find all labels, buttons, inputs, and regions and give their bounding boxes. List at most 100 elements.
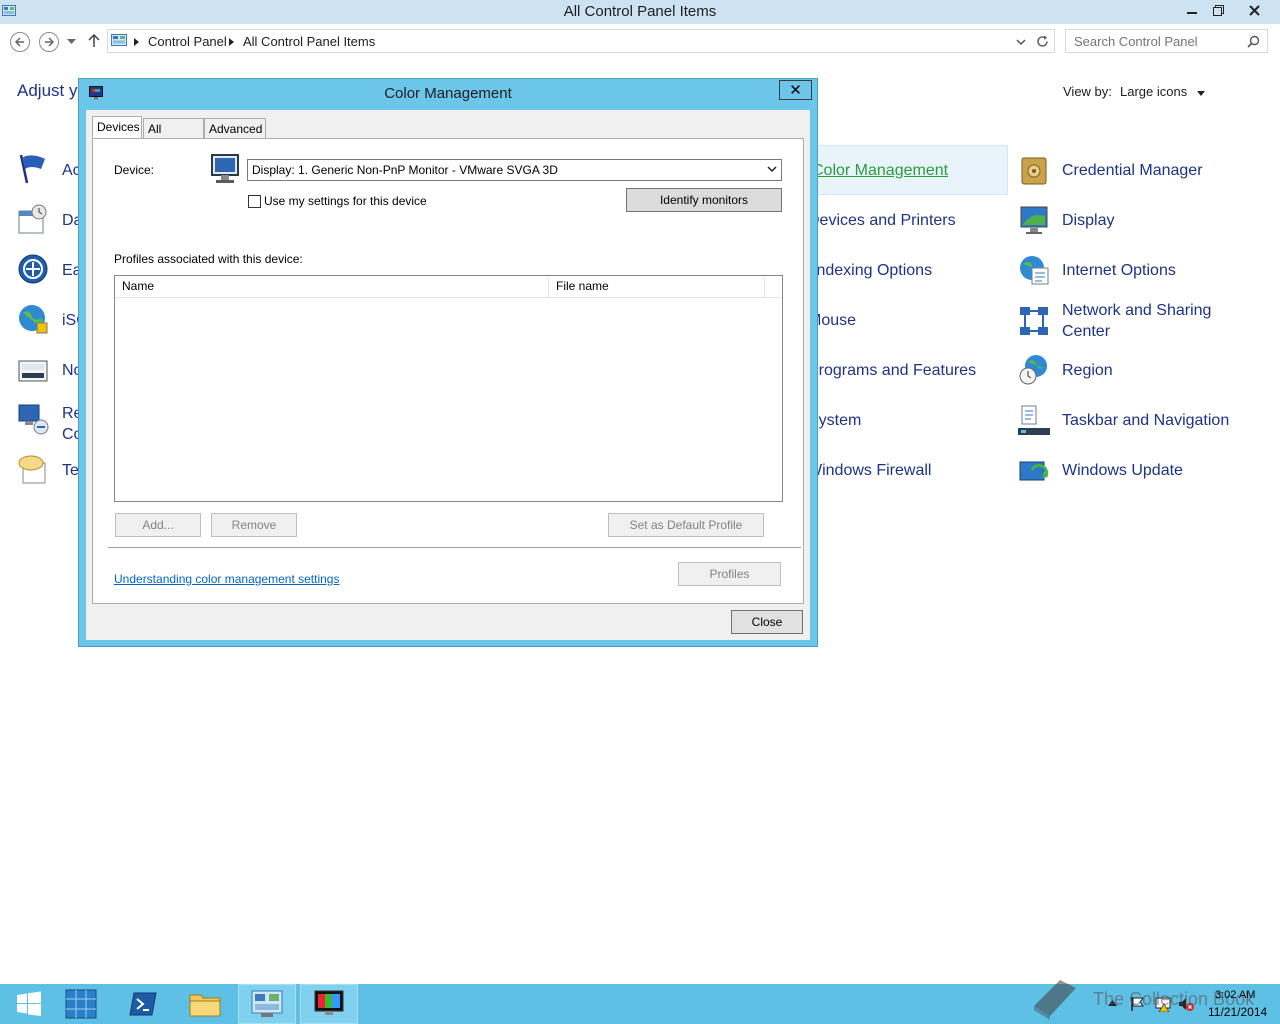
devices-tab-panel: Device: Display: 1. Generic Non-PnP Moni… xyxy=(92,138,804,604)
search-box[interactable] xyxy=(1065,29,1268,53)
back-arrow-icon xyxy=(14,37,24,47)
close-window-button[interactable] xyxy=(1240,0,1268,20)
refresh-icon[interactable] xyxy=(1036,35,1049,48)
tab-devices[interactable]: Devices xyxy=(92,116,142,140)
cp-item-label-line2: Center xyxy=(1062,323,1111,340)
profiles-button[interactable]: Profiles xyxy=(678,562,781,586)
dialog-close-button[interactable]: ✕ xyxy=(779,80,812,100)
use-my-settings-checkbox[interactable] xyxy=(248,195,261,208)
column-header-filler xyxy=(765,276,782,297)
use-my-settings-label[interactable]: Use my settings for this device xyxy=(264,194,427,208)
breadcrumb-chevron-icon xyxy=(134,38,139,46)
minimize-button[interactable] xyxy=(1178,0,1206,20)
minimize-icon xyxy=(1187,12,1197,14)
control-panel-icon xyxy=(251,990,283,1017)
book-watermark-icon xyxy=(1034,980,1076,1020)
understanding-color-link[interactable]: Understanding color management settings xyxy=(114,572,339,586)
cp-item-label: Region xyxy=(1062,362,1113,379)
cp-item-label: Devices and Printers xyxy=(808,212,956,229)
profiles-list[interactable]: Name File name xyxy=(114,275,783,502)
page-heading: Adjust yo xyxy=(17,81,87,100)
restore-button[interactable] xyxy=(1204,0,1232,20)
close-icon xyxy=(1248,4,1260,16)
network-icon xyxy=(1020,307,1048,335)
close-dialog-button[interactable]: Close xyxy=(731,610,803,634)
restore-icon xyxy=(1212,4,1224,16)
cp-item-label: Network and Sharing xyxy=(1062,302,1212,319)
dialog-title: Color Management xyxy=(384,85,512,102)
taskbar-icon xyxy=(1018,405,1050,435)
view-by-dropdown[interactable]: Large icons xyxy=(1120,84,1205,99)
windows-update-icon xyxy=(1019,461,1049,481)
close-icon: ✕ xyxy=(789,82,802,99)
header-divider xyxy=(115,297,782,298)
breadcrumb-all-items[interactable]: All Control Panel Items xyxy=(243,34,375,49)
cp-item-label: Indexing Options xyxy=(812,262,933,279)
search-input[interactable] xyxy=(1066,30,1241,52)
ease-of-access-icon xyxy=(18,254,48,284)
up-arrow-icon[interactable] xyxy=(88,34,100,48)
flag-icon xyxy=(19,154,45,184)
add-profile-button[interactable]: Add... xyxy=(115,513,201,537)
cp-item-label: Windows Update xyxy=(1062,462,1183,479)
cp-item-label: Internet Options xyxy=(1062,262,1176,279)
recent-locations-icon[interactable] xyxy=(67,39,76,45)
address-dropdown-icon[interactable] xyxy=(1016,39,1026,46)
tab-all-profiles[interactable]: All Profiles xyxy=(143,118,204,150)
powershell-icon xyxy=(129,992,157,1016)
tab-advanced[interactable]: Advanced xyxy=(204,118,266,139)
calendar-clock-icon xyxy=(18,204,47,234)
dropdown-arrow-icon xyxy=(1196,91,1205,96)
back-button[interactable] xyxy=(10,32,30,52)
breadcrumb-chevron-icon xyxy=(229,38,234,46)
taskbar-color-management[interactable] xyxy=(300,984,358,1024)
taskbar-server-manager[interactable] xyxy=(52,984,110,1024)
cp-item-label: Display xyxy=(1062,212,1115,229)
safe-icon xyxy=(1021,157,1047,185)
address-box[interactable]: Control Panel All Control Panel Items xyxy=(107,29,1055,53)
divider xyxy=(108,547,801,548)
forward-arrow-icon xyxy=(45,37,55,47)
remove-profile-button[interactable]: Remove xyxy=(211,513,297,537)
notification-area-icon xyxy=(18,360,48,382)
device-dropdown-value: Display: 1. Generic Non-PnP Monitor - VM… xyxy=(252,163,558,177)
display-icon xyxy=(1020,206,1048,234)
identify-monitors-button[interactable]: Identify monitors xyxy=(626,188,782,212)
server-manager-icon xyxy=(65,989,97,1019)
cp-item-label: Taskbar and Navigation xyxy=(1062,412,1230,429)
column-header-file-name[interactable]: File name xyxy=(549,276,765,297)
chevron-down-icon xyxy=(767,166,777,173)
forward-button[interactable] xyxy=(39,32,59,52)
profiles-associated-label: Profiles associated with this device: xyxy=(114,252,303,266)
dialog-body: Devices All Profiles Advanced Device: Di… xyxy=(86,110,810,640)
set-default-profile-button[interactable]: Set as Default Profile xyxy=(608,513,764,537)
taskbar xyxy=(0,980,1280,1024)
cp-item-label: Programs and Features xyxy=(808,362,977,379)
address-bar-area: Control Panel All Control Panel Items xyxy=(0,24,1280,60)
clock-time[interactable]: 3:02 AM xyxy=(1215,989,1255,1001)
taskbar-control-panel[interactable] xyxy=(238,984,296,1024)
clock-date[interactable]: 11/21/2014 xyxy=(1208,1005,1267,1019)
cp-item-label: Te xyxy=(62,462,79,479)
start-button[interactable] xyxy=(0,984,58,1024)
speech-bubble-icon xyxy=(18,455,46,484)
window-titlebar: All Control Panel Items xyxy=(0,0,1280,24)
internet-options-icon xyxy=(1020,256,1049,285)
column-header-name[interactable]: Name xyxy=(115,276,549,297)
view-by-label: View by: xyxy=(1063,84,1112,99)
window-title: All Control Panel Items xyxy=(563,3,717,20)
cp-item-label: Color Management xyxy=(812,162,949,179)
taskbar-powershell[interactable] xyxy=(114,984,172,1024)
cp-item-label: Credential Manager xyxy=(1062,162,1203,179)
windows-logo-icon xyxy=(17,991,41,1016)
search-icon[interactable] xyxy=(1247,35,1260,48)
view-by-value: Large icons xyxy=(1120,84,1188,99)
device-label: Device: xyxy=(114,163,155,177)
color-monitor-icon xyxy=(314,990,344,1015)
breadcrumb-control-panel[interactable]: Control Panel xyxy=(148,34,227,49)
taskbar-file-explorer[interactable] xyxy=(176,984,234,1024)
region-icon xyxy=(1019,355,1047,385)
cp-item-label: Windows Firewall xyxy=(807,462,932,479)
device-dropdown[interactable]: Display: 1. Generic Non-PnP Monitor - VM… xyxy=(247,159,782,181)
control-panel-small-icon xyxy=(111,34,127,46)
